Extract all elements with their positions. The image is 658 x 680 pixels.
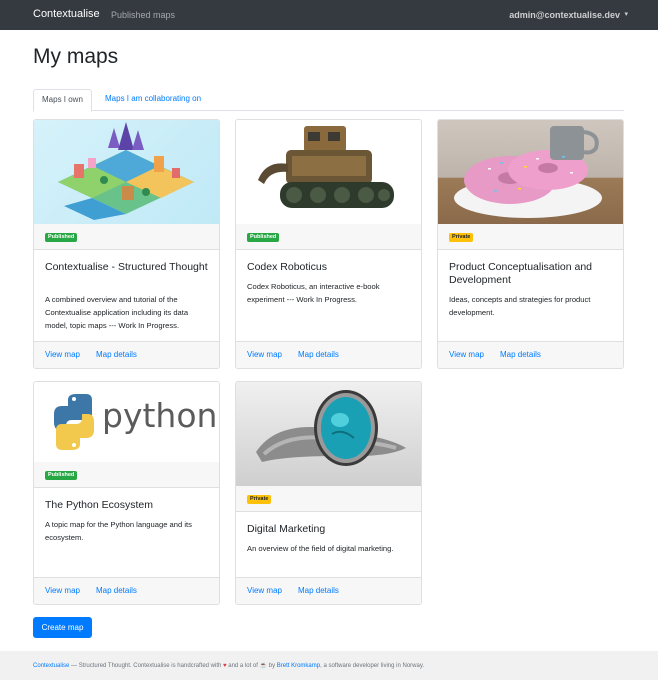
view-map-link[interactable]: View map [247, 586, 282, 595]
card-footer: View map Map details [236, 341, 421, 368]
brand-link[interactable]: Contextualise [33, 8, 100, 20]
footer-text: and a lot of [226, 663, 260, 669]
card-footer: View map Map details [34, 341, 219, 368]
footer-text: , a software developer living in Norway. [320, 663, 425, 669]
map-details-link[interactable]: Map details [298, 350, 339, 359]
view-map-link[interactable]: View map [449, 350, 484, 359]
author-link[interactable]: Brett Kromkamp [277, 663, 320, 669]
published-maps-link[interactable]: Published maps [111, 10, 175, 20]
map-card: python Published The Python Ecosystem A … [33, 381, 220, 605]
card-title: Digital Marketing [247, 523, 326, 535]
card-description: A topic map for the Python language and … [45, 520, 192, 542]
create-map-button[interactable]: Create map [33, 617, 92, 638]
card-title: The Python Ecosystem [45, 499, 153, 511]
card-footer: View map Map details [34, 577, 219, 604]
map-image-isometric-city [34, 120, 219, 224]
status-badge: Published [45, 233, 78, 242]
card-description: An overview of the field of digital mark… [247, 544, 394, 553]
card-description: Ideas, concepts and strategies for produ… [449, 295, 591, 317]
coffee-icon: ☕ [259, 663, 268, 669]
status-badge: Private [247, 495, 272, 504]
view-map-link[interactable]: View map [247, 350, 282, 359]
tab-maps-i-own[interactable]: Maps I own [33, 89, 92, 112]
python-logo-text: python [102, 396, 218, 435]
chevron-down-icon[interactable]: ▾ [624, 10, 628, 18]
top-navbar: Contextualise Published maps admin@conte… [0, 0, 658, 30]
map-image-robot [236, 120, 421, 224]
map-image-donuts [438, 120, 623, 224]
map-card: Private Digital Marketing An overview of… [235, 381, 422, 605]
status-badge: Published [45, 471, 78, 480]
map-image-python-logo: python [34, 382, 219, 462]
status-badge: Private [449, 233, 474, 242]
status-badge: Published [247, 233, 280, 242]
page-footer: Contextualise — Structured Thought. Cont… [0, 651, 658, 680]
footer-text: by [267, 663, 277, 669]
card-footer: View map Map details [438, 341, 623, 368]
card-title: Product Conceptualisation and Developmen… [449, 261, 593, 286]
map-tabs: Maps I own Maps I am collaborating on [33, 89, 624, 112]
view-map-link[interactable]: View map [45, 586, 80, 595]
page-title: My maps [33, 45, 119, 68]
view-map-link[interactable]: View map [45, 350, 80, 359]
map-card: Private Product Conceptualisation and De… [437, 119, 624, 369]
card-title: Codex Roboticus [247, 261, 327, 273]
card-description: Codex Roboticus, an interactive e-book e… [247, 282, 380, 304]
card-title: Contextualise - Structured Thought [45, 261, 208, 273]
map-details-link[interactable]: Map details [96, 350, 137, 359]
map-details-link[interactable]: Map details [96, 586, 137, 595]
card-footer: View map Map details [236, 577, 421, 604]
card-description: A combined overview and tutorial of the … [45, 295, 189, 330]
map-details-link[interactable]: Map details [298, 586, 339, 595]
map-card: Published Codex Roboticus Codex Roboticu… [235, 119, 422, 369]
tab-maps-collaborating[interactable]: Maps I am collaborating on [97, 89, 209, 111]
map-image-turquoise-ring [236, 382, 421, 486]
map-card: Published Contextualise - Structured Tho… [33, 119, 220, 369]
map-details-link[interactable]: Map details [500, 350, 541, 359]
user-menu[interactable]: admin@contextualise.dev [509, 10, 620, 20]
footer-text: — Structured Thought. Contextualise is h… [69, 663, 223, 669]
footer-brand-link[interactable]: Contextualise [33, 663, 69, 669]
